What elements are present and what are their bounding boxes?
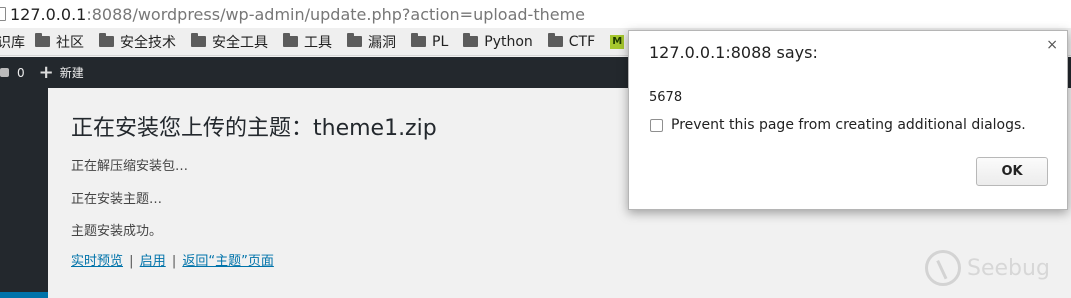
folder-icon xyxy=(99,33,114,47)
bookmark-folder[interactable]: 漏洞 xyxy=(347,32,396,52)
new-content-button[interactable]: 新建 xyxy=(60,64,84,81)
folder-icon xyxy=(283,33,298,47)
dialog-title: 127.0.0.1:8088 says: xyxy=(649,43,818,62)
status-message: 主题安装成功。 xyxy=(71,224,163,239)
ok-button[interactable]: OK xyxy=(976,157,1048,186)
folder-icon xyxy=(547,33,563,47)
seebug-watermark: Seebug xyxy=(925,250,1050,286)
seebug-logo-icon xyxy=(925,250,961,286)
folder-icon xyxy=(463,33,479,47)
status-message: 正在解压缩安装包… xyxy=(71,159,189,174)
url-path: :8088/wordpress/wp-admin/update.php?acti… xyxy=(86,4,586,24)
close-icon[interactable]: × xyxy=(1046,37,1058,53)
comments-count[interactable]: 0 xyxy=(17,66,25,80)
bookmark-label: 安全工具 xyxy=(212,34,268,51)
address-bar[interactable]: 127.0.0.1:8088/wordpress/wp-admin/update… xyxy=(0,0,1071,28)
folder-icon xyxy=(411,33,426,47)
prevent-dialogs-checkbox[interactable] xyxy=(650,118,663,132)
alert-dialog: × 127.0.0.1:8088 says: 5678 Prevent this… xyxy=(628,30,1068,210)
url-host: 127.0.0.1 xyxy=(10,4,87,24)
back-to-themes-link[interactable]: 返回“主题”页面 xyxy=(182,254,273,269)
watermark-text: Seebug xyxy=(967,255,1050,281)
m-badge-icon: M xyxy=(610,34,625,49)
bookmark-item[interactable]: 识库 xyxy=(0,32,25,52)
page-icon xyxy=(0,7,6,21)
bookmark-folder[interactable]: Python xyxy=(463,33,533,50)
bookmark-folder[interactable]: 工具 xyxy=(283,32,332,52)
bookmark-folder[interactable]: 安全技术 xyxy=(99,32,176,52)
url-text[interactable]: 127.0.0.1:8088/wordpress/wp-admin/update… xyxy=(10,5,585,24)
bookmark-folder[interactable]: 社区 xyxy=(35,32,84,52)
bookmark-label: 漏洞 xyxy=(368,34,396,51)
bookmark-label: 识库 xyxy=(0,34,25,51)
bookmark-folder[interactable]: PL xyxy=(411,33,449,50)
bookmark-item[interactable]: M xyxy=(610,34,629,49)
folder-icon xyxy=(35,33,50,47)
status-message: 正在安装主题… xyxy=(71,192,163,207)
bookmark-folder[interactable]: CTF xyxy=(547,33,596,50)
comment-bubble-icon[interactable] xyxy=(0,68,9,77)
bookmark-label: 工具 xyxy=(304,34,332,51)
activate-link[interactable]: 启用 xyxy=(140,254,166,269)
action-links: 实时预览 | 启用 | 返回“主题”页面 xyxy=(71,250,274,269)
link-separator: | xyxy=(171,254,177,269)
folder-icon xyxy=(191,33,206,47)
bookmark-label: 社区 xyxy=(56,34,84,51)
folder-icon xyxy=(347,33,362,47)
bookmark-label: Python xyxy=(484,33,533,50)
checkbox-label[interactable]: Prevent this page from creating addition… xyxy=(671,117,1026,133)
bookmark-label: 安全技术 xyxy=(120,34,176,51)
page-title: 正在安装您上传的主题：theme1.zip xyxy=(71,116,437,141)
prevent-dialogs-option[interactable]: Prevent this page from creating addition… xyxy=(650,117,1026,133)
plus-icon[interactable]: + xyxy=(39,63,54,82)
dialog-message: 5678 xyxy=(649,90,683,105)
bookmark-folder[interactable]: 安全工具 xyxy=(191,32,268,52)
admin-sidebar xyxy=(0,88,48,298)
active-menu-indicator xyxy=(0,292,48,298)
live-preview-link[interactable]: 实时预览 xyxy=(71,254,123,269)
bookmark-label: PL xyxy=(432,33,449,50)
bookmark-label: CTF xyxy=(568,33,596,50)
link-separator: | xyxy=(129,254,134,269)
